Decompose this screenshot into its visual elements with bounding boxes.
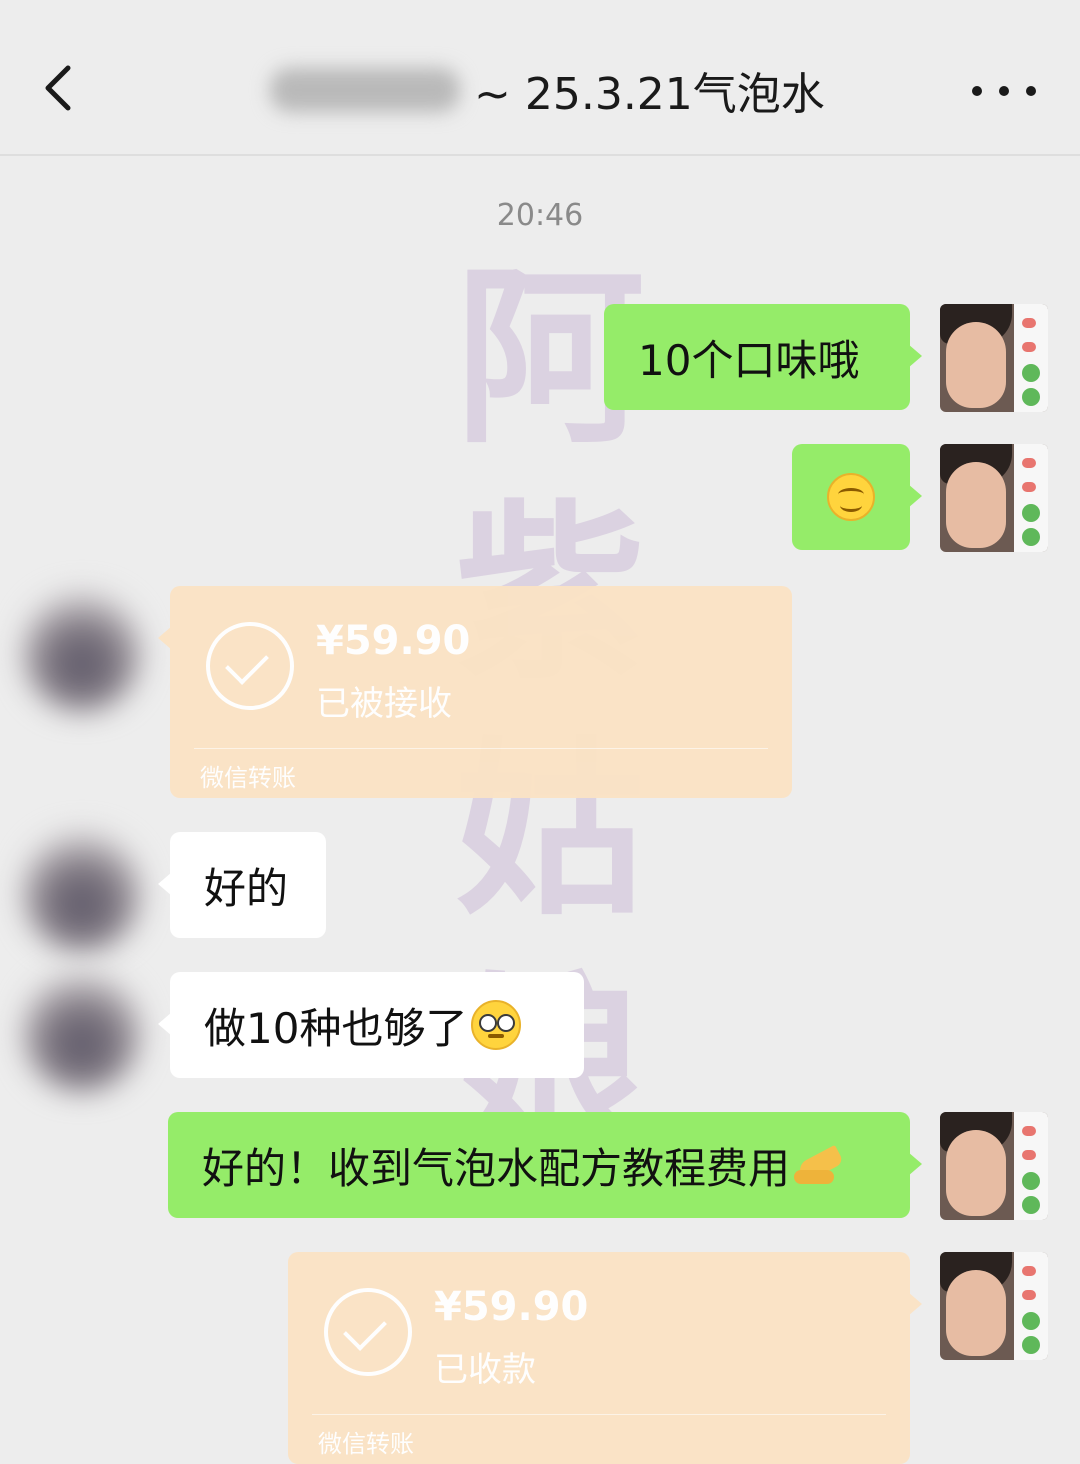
praying-hands-emoji-icon: [794, 1140, 844, 1190]
chat-header: ~ 25.3.21气泡水: [0, 0, 1080, 156]
check-circle-icon: [206, 622, 294, 710]
transfer-status: 已收款: [434, 1350, 536, 1390]
message-bubble-other[interactable]: 做10种也够了: [158, 972, 584, 1078]
message-text: 好的: [204, 863, 289, 913]
back-chevron-icon: [45, 65, 71, 111]
message-bubble-self[interactable]: [792, 444, 922, 550]
transfer-status: 已被接收: [316, 684, 452, 724]
back-button[interactable]: [34, 58, 94, 118]
transfer-amount: ¥59.90: [434, 1284, 589, 1330]
avatar-self[interactable]: [940, 1252, 1048, 1360]
check-circle-icon: [324, 1288, 412, 1376]
message-text: 做10种也够了: [204, 1003, 468, 1053]
message-bubble-other[interactable]: 好的: [158, 832, 326, 938]
more-button[interactable]: [972, 78, 1036, 104]
transfer-amount: ¥59.90: [316, 618, 471, 664]
avatar-other[interactable]: [22, 832, 142, 952]
message-bubble-self[interactable]: 10个口味哦: [604, 304, 922, 410]
message-text: 10个口味哦: [638, 335, 860, 385]
chat-title-text: ~ 25.3.21气泡水: [474, 69, 825, 120]
transfer-footer: 微信转账: [200, 764, 296, 792]
avatar-other[interactable]: [22, 972, 142, 1092]
message-bubble-self[interactable]: 好的！收到气泡水配方教程费用: [168, 1112, 922, 1218]
more-dots-icon: [972, 86, 982, 96]
avatar-self[interactable]: [940, 304, 1048, 412]
transfer-card-collected[interactable]: ¥59.90 已收款 微信转账: [288, 1252, 922, 1464]
smile-emoji-icon: [827, 473, 875, 521]
chat-title: ~ 25.3.21气泡水: [270, 58, 825, 122]
avatar-other[interactable]: [22, 592, 142, 712]
avatar-self[interactable]: [940, 444, 1048, 552]
glasses-emoji-icon: [471, 1000, 522, 1050]
avatar-self[interactable]: [940, 1112, 1048, 1220]
blurred-contact-name: [270, 68, 460, 112]
transfer-footer: 微信转账: [318, 1430, 414, 1458]
message-timestamp: 20:46: [496, 198, 584, 233]
transfer-card-received[interactable]: ¥59.90 已被接收 微信转账: [158, 586, 792, 798]
message-text: 好的！收到气泡水配方教程费用: [202, 1143, 791, 1193]
